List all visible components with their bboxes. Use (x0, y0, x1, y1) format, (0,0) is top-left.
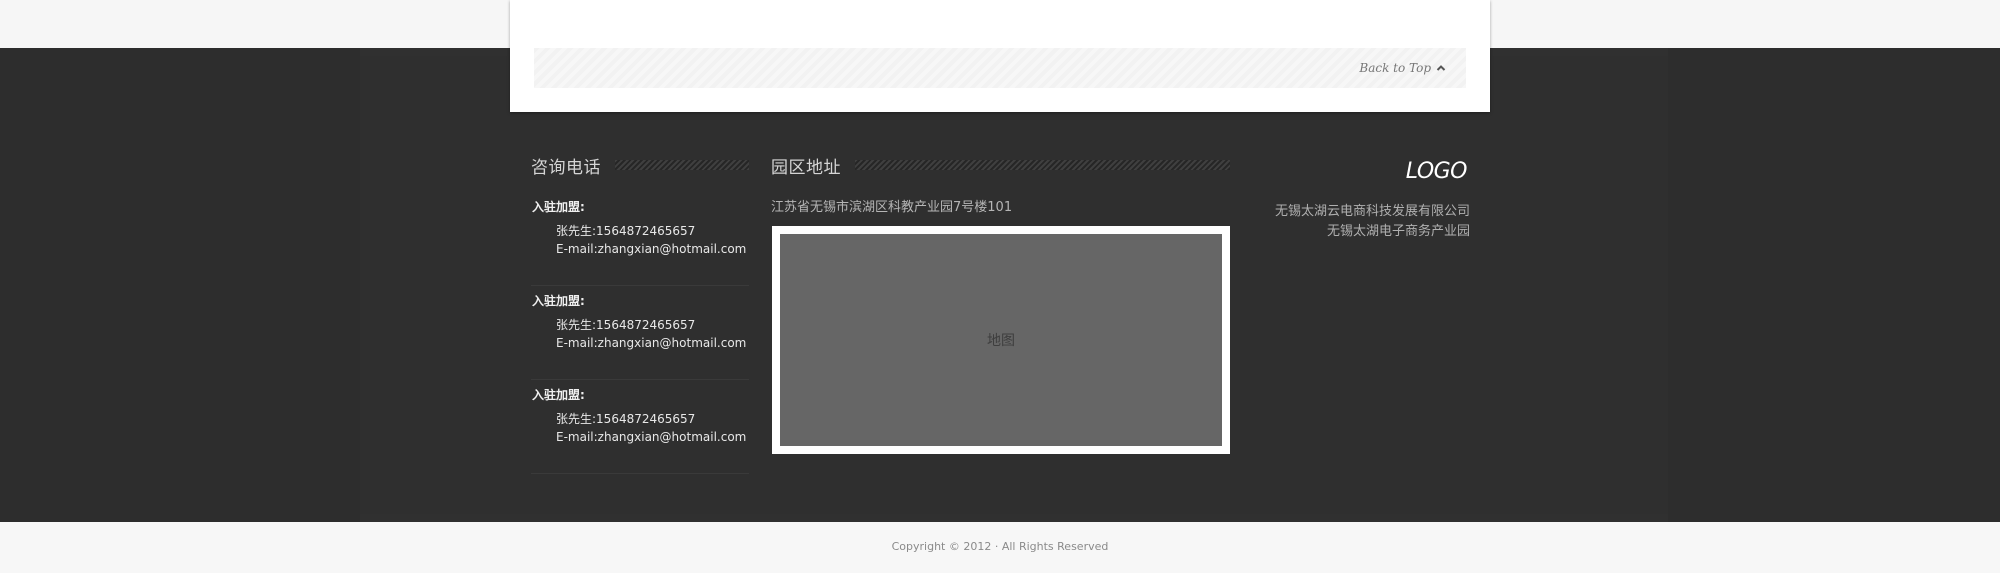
heading-divider (615, 160, 749, 170)
content-card: Back to Top (510, 0, 1490, 112)
contact-phone: 张先生:1564872465657 (556, 412, 696, 426)
contact-email-link[interactable]: E-mail:zhangxian@hotmail.com (556, 336, 746, 350)
contact-item: 入驻加盟: 张先生:1564872465657 E-mail:zhangxian… (531, 286, 749, 380)
contact-label: 入驻加盟: (532, 388, 585, 402)
address-text: 江苏省无锡市滨湖区科教产业园7号楼101 (771, 200, 1013, 215)
contact-heading-title: 咨询电话 (531, 157, 601, 178)
contact-label: 入驻加盟: (532, 200, 585, 214)
back-to-top-label: Back to Top (1359, 61, 1431, 75)
chevron-up-icon (1436, 65, 1446, 71)
map-frame[interactable]: 地图 (772, 226, 1230, 454)
copyright-text: Copyright © 2012 · All Rights Reserved (891, 540, 1109, 553)
back-to-top-strip: Back to Top (534, 48, 1466, 88)
contact-phone: 张先生:1564872465657 (556, 318, 696, 332)
company-name: 无锡太湖云电商科技发展有限公司 (1274, 204, 1470, 219)
contact-item: 入驻加盟: 张先生:1564872465657 E-mail:zhangxian… (531, 192, 749, 286)
contact-item: 入驻加盟: 张先生:1564872465657 E-mail:zhangxian… (531, 380, 749, 474)
footer-logo[interactable]: LOGO (1406, 159, 1468, 184)
address-heading-title: 园区地址 (771, 157, 841, 178)
address-heading: 园区地址 (771, 154, 1230, 178)
contact-phone: 张先生:1564872465657 (556, 224, 696, 238)
heading-divider (855, 160, 1230, 170)
park-name: 无锡太湖电子商务产业园 (1326, 224, 1470, 239)
contact-label: 入驻加盟: (532, 294, 585, 308)
back-to-top-link[interactable]: Back to Top (1359, 61, 1446, 75)
map-label: 地图 (987, 333, 1015, 349)
contact-list: 入驻加盟: 张先生:1564872465657 E-mail:zhangxian… (531, 192, 749, 474)
map-placeholder[interactable]: 地图 (780, 234, 1222, 446)
contact-email-link[interactable]: E-mail:zhangxian@hotmail.com (556, 242, 746, 256)
contact-heading: 咨询电话 (531, 154, 749, 178)
contact-email-link[interactable]: E-mail:zhangxian@hotmail.com (556, 430, 746, 444)
